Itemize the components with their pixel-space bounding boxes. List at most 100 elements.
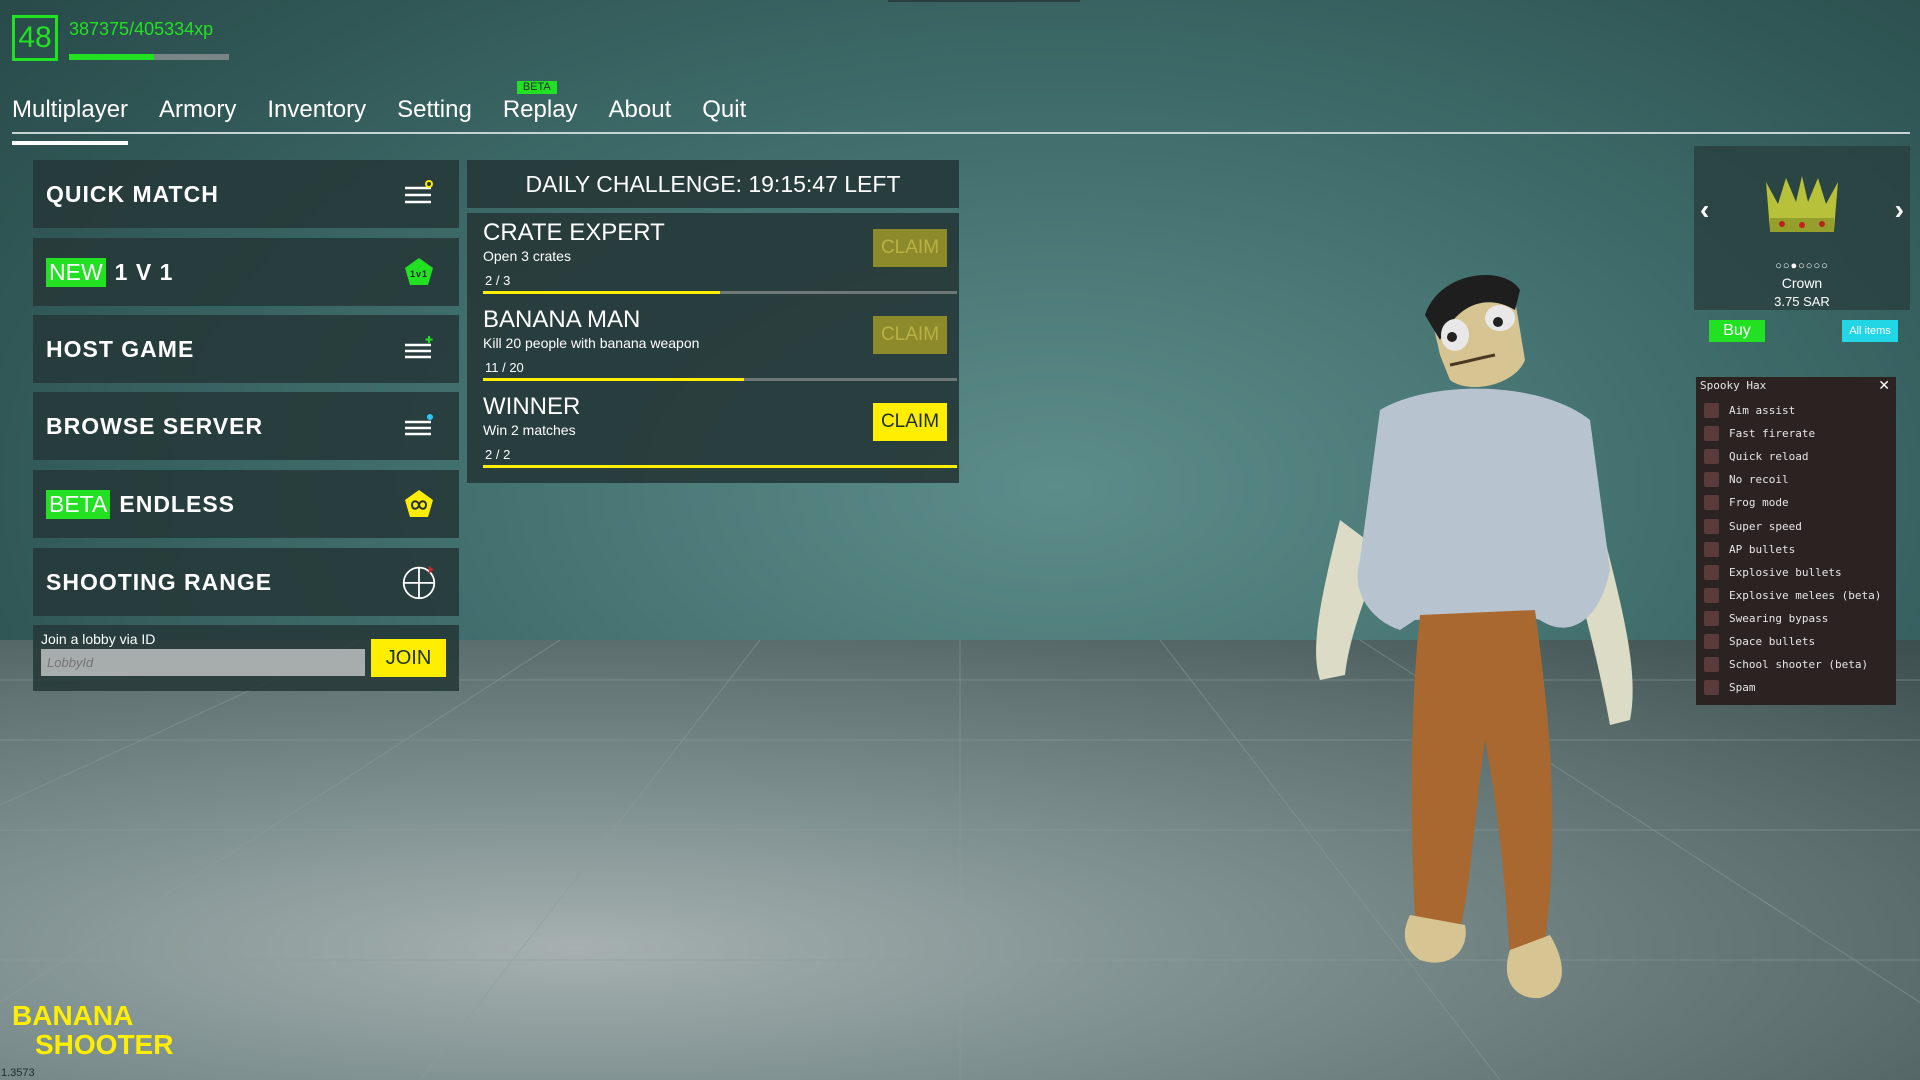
hax-option[interactable]: Frog mode <box>1704 491 1881 514</box>
hax-option-checkbox[interactable] <box>1704 518 1719 534</box>
hax-option-label: Swearing bypass <box>1729 611 1829 625</box>
hax-panel: Spooky Hax ✕ Aim assist Fast firerate Quic… <box>1696 377 1896 705</box>
hax-option-label: Quick reload <box>1729 450 1809 464</box>
hax-option-label: Space bullets <box>1729 634 1816 648</box>
host-game-label: HOST GAME <box>46 335 195 362</box>
lobby-id-input[interactable] <box>41 649 365 676</box>
challenge-progress-bar <box>483 291 957 294</box>
store-page-indicator: ○○●○○○○ <box>1775 260 1829 272</box>
claim-button[interactable]: CLAIM <box>873 229 947 267</box>
logo-line-2: SHOOTER <box>35 1029 174 1060</box>
challenge-progress-bar <box>483 378 957 381</box>
level-value: 48 <box>18 21 52 54</box>
hax-option-checkbox[interactable] <box>1704 633 1719 649</box>
hax-option-checkbox[interactable] <box>1704 449 1719 465</box>
browse-server-button[interactable]: BROWSE SERVER <box>33 392 459 460</box>
chevron-left-icon[interactable]: ‹ <box>1700 194 1709 226</box>
hax-option[interactable]: Quick reload <box>1704 445 1881 468</box>
hax-option-label: Frog mode <box>1729 496 1789 510</box>
join-button[interactable]: JOIN <box>371 639 446 677</box>
shooting-range-button[interactable]: SHOOTING RANGE <box>33 548 459 616</box>
level-badge: 48 <box>12 15 58 61</box>
daily-challenge-header: DAILY CHALLENGE: 19:15:47 LEFT <box>467 160 959 208</box>
challenge-description: Open 3 crates <box>483 248 571 264</box>
hax-option[interactable]: Fast firerate <box>1704 422 1881 445</box>
list-browse-icon <box>401 408 437 444</box>
version-label: 1.3573 <box>1 1067 35 1079</box>
hax-option[interactable]: Swearing bypass <box>1704 607 1881 630</box>
hax-option-checkbox[interactable] <box>1704 426 1719 442</box>
challenge-progress-bar <box>483 465 957 468</box>
hax-option-checkbox[interactable] <box>1704 587 1719 603</box>
hax-option-checkbox[interactable] <box>1704 680 1719 696</box>
replay-beta-badge: BETA <box>516 81 557 94</box>
hax-option-checkbox[interactable] <box>1704 657 1719 673</box>
challenge-progress-text: 2 / 2 <box>485 447 511 462</box>
host-game-button[interactable]: HOST GAME <box>33 315 459 383</box>
join-lobby-panel: Join a lobby via ID JOIN <box>33 625 459 691</box>
quick-match-button[interactable]: QUICK MATCH <box>33 160 459 228</box>
hax-option[interactable]: School shooter (beta) <box>1704 653 1881 676</box>
chevron-right-icon[interactable]: › <box>1895 194 1904 226</box>
hax-option-checkbox[interactable] <box>1704 495 1719 511</box>
one-v-one-label: 1 V 1 <box>114 258 174 285</box>
challenge-title: BANANA MAN <box>483 306 641 333</box>
shooting-range-label: SHOOTING RANGE <box>46 568 273 595</box>
challenge-item: CRATE EXPERT Open 3 crates 2 / 3 CLAIM <box>475 213 957 298</box>
player-character <box>1316 275 1633 999</box>
hax-option-checkbox[interactable] <box>1704 610 1719 626</box>
list-add-icon <box>401 331 437 367</box>
beta-badge: BETA <box>46 489 111 519</box>
challenge-title: CRATE EXPERT <box>483 219 665 246</box>
challenge-progress-text: 11 / 20 <box>485 360 524 375</box>
browse-server-label: BROWSE SERVER <box>46 412 264 439</box>
store-item-price: 3.75 SAR <box>1774 294 1830 309</box>
list-search-icon <box>401 176 437 212</box>
hax-option[interactable]: Space bullets <box>1704 630 1881 653</box>
hax-option-checkbox[interactable] <box>1704 403 1719 419</box>
claim-button[interactable]: CLAIM <box>873 316 947 354</box>
hax-option-checkbox[interactable] <box>1704 472 1719 488</box>
claim-button[interactable]: CLAIM <box>873 403 947 441</box>
tabs-divider <box>12 132 1910 134</box>
hax-option[interactable]: Aim assist <box>1704 399 1881 422</box>
close-icon[interactable]: ✕ <box>1878 377 1890 394</box>
store-item-card: ‹ › ○○●○○○○ Crown 3.75 SAR <box>1694 146 1910 310</box>
hax-option-checkbox[interactable] <box>1704 564 1719 580</box>
hax-option[interactable]: AP bullets <box>1704 538 1881 561</box>
hax-option[interactable]: No recoil <box>1704 468 1881 491</box>
challenge-progress-fill <box>483 291 720 294</box>
top-edge-bar <box>888 0 1080 2</box>
xp-text: 387375/405334xp <box>69 19 214 39</box>
hax-option-label: Aim assist <box>1729 404 1796 418</box>
hax-option[interactable]: Super speed <box>1704 514 1881 537</box>
new-badge: NEW <box>46 257 106 287</box>
hax-option[interactable]: Spam <box>1704 676 1881 699</box>
one-v-one-icon: 1v1 <box>401 254 437 290</box>
store-item-name: Crown <box>1781 275 1823 291</box>
tab-replay-label: Replay <box>502 96 578 123</box>
hax-panel-title: Spooky Hax <box>1700 379 1767 392</box>
challenge-item: BANANA MAN Kill 20 people with banana we… <box>475 300 957 385</box>
hax-option-label: School shooter (beta) <box>1729 658 1869 672</box>
one-v-one-button[interactable]: NEW 1 V 1 1v1 <box>33 238 459 306</box>
quick-match-label: QUICK MATCH <box>46 180 219 207</box>
logo-line-1: BANANA <box>12 1000 134 1031</box>
buy-button[interactable]: Buy <box>1709 320 1765 342</box>
xp-progress-bar <box>69 54 229 60</box>
challenge-progress-text: 2 / 3 <box>485 273 511 288</box>
challenge-progress-fill <box>483 378 744 381</box>
hax-option-label: No recoil <box>1729 473 1789 487</box>
one-v-one-icon-text: 1v1 <box>410 269 428 279</box>
hax-option[interactable]: Explosive bullets <box>1704 561 1881 584</box>
crown-icon <box>1766 176 1838 232</box>
hax-option-checkbox[interactable] <box>1704 541 1719 557</box>
all-items-button[interactable]: All items <box>1842 320 1898 342</box>
hax-option-label: Fast firerate <box>1729 427 1816 441</box>
hax-option-label: AP bullets <box>1729 542 1796 556</box>
endless-button[interactable]: BETA ENDLESS <box>33 470 459 538</box>
hax-option-list: Aim assist Fast firerate Quick reload No re… <box>1704 399 1881 699</box>
hax-option-label: Spam <box>1729 681 1756 695</box>
hax-option[interactable]: Explosive melees (beta) <box>1704 584 1881 607</box>
challenge-progress-fill <box>483 465 957 468</box>
